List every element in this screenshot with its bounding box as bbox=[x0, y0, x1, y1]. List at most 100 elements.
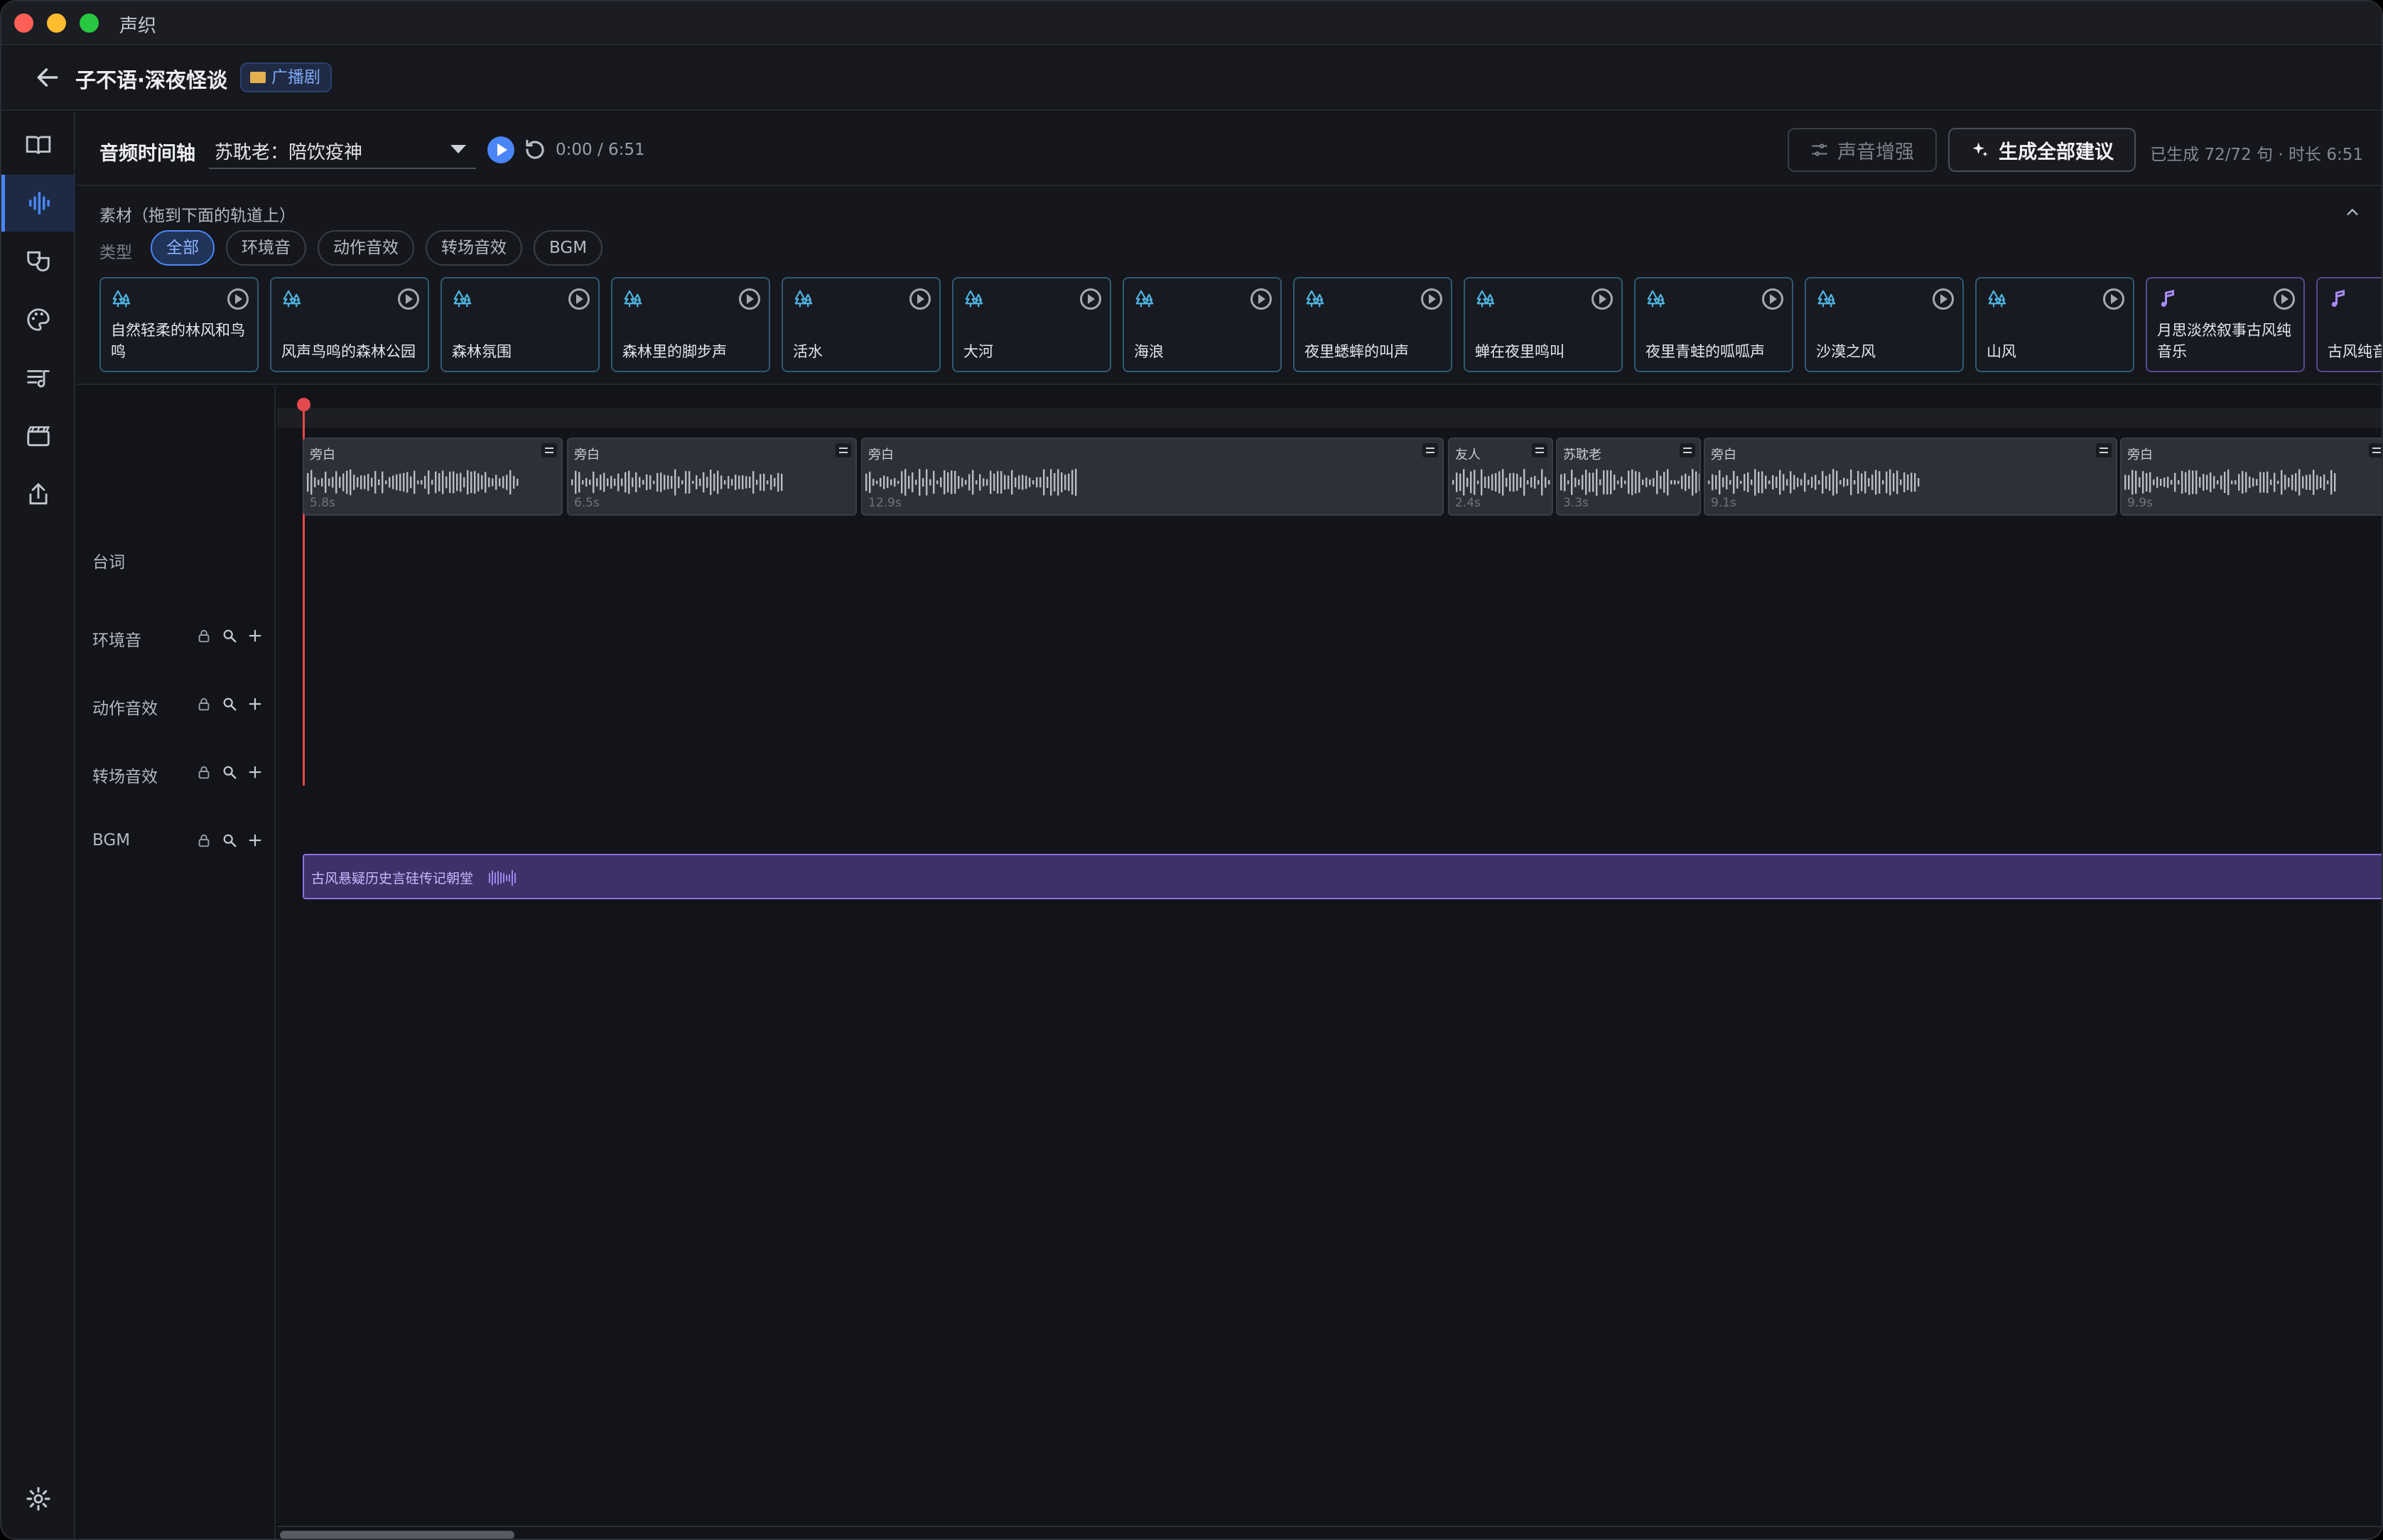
lock-icon[interactable] bbox=[196, 764, 212, 780]
preview-play-icon[interactable] bbox=[1592, 288, 1613, 310]
preview-play-icon[interactable] bbox=[1080, 288, 1101, 310]
clip-settings-icon[interactable] bbox=[2096, 443, 2112, 457]
asset-card[interactable]: 自然轻柔的林风和鸟鸣 bbox=[99, 277, 259, 372]
lock-icon[interactable] bbox=[196, 833, 212, 848]
zoom-window-button[interactable] bbox=[80, 13, 99, 33]
scene-select[interactable]: 苏耽老：陪饮疫神 bbox=[209, 129, 476, 169]
filter-chip-all[interactable]: 全部 bbox=[151, 230, 215, 266]
chevron-up-icon[interactable] bbox=[2345, 205, 2360, 220]
rail-item-export[interactable] bbox=[1, 466, 75, 523]
lock-icon[interactable] bbox=[196, 696, 212, 712]
scrollbar-thumb[interactable] bbox=[280, 1531, 514, 1539]
asset-card[interactable]: 森林里的脚步声 bbox=[611, 277, 770, 372]
project-type-badge: 广播剧 bbox=[240, 63, 332, 92]
preview-play-icon[interactable] bbox=[2274, 288, 2295, 310]
preview-play-icon[interactable] bbox=[739, 288, 760, 310]
generate-all-suggestions-button[interactable]: 生成全部建议 bbox=[1948, 128, 2136, 172]
asset-card-label: 夜里青蛙的呱呱声 bbox=[1646, 343, 1765, 360]
bgm-clip[interactable]: 古风悬疑历史言硅传记朝堂 bbox=[303, 854, 2382, 899]
lock-icon[interactable] bbox=[196, 628, 212, 644]
trees-icon bbox=[453, 290, 472, 308]
dialogue-clip[interactable]: 旁白 9.9s bbox=[2120, 438, 2382, 516]
trees-icon bbox=[1647, 290, 1665, 308]
asset-card[interactable]: 沙漠之风 bbox=[1805, 277, 1964, 372]
add-icon[interactable] bbox=[247, 696, 263, 712]
track-controls-action-sfx bbox=[196, 696, 263, 712]
bgm-clip-title: 古风悬疑历史言硅传记朝堂 bbox=[311, 871, 474, 886]
time-ruler[interactable] bbox=[277, 408, 2382, 428]
asset-card[interactable]: 古风纯音 bbox=[2316, 277, 2382, 372]
project-title: 子不语·深夜怪谈 bbox=[75, 68, 228, 92]
music-note-icon bbox=[2331, 289, 2345, 307]
rail-item-style[interactable] bbox=[1, 291, 75, 348]
rail-item-playlist[interactable] bbox=[1, 349, 75, 406]
rail-item-settings[interactable] bbox=[1, 1470, 75, 1527]
clip-duration: 12.9s bbox=[868, 496, 902, 510]
clip-settings-icon[interactable] bbox=[836, 443, 851, 457]
search-icon[interactable] bbox=[222, 696, 237, 712]
preview-play-icon[interactable] bbox=[1250, 288, 1272, 310]
rail-item-audio[interactable] bbox=[1, 175, 75, 232]
asset-card[interactable]: 夜里青蛙的呱呱声 bbox=[1634, 277, 1793, 372]
play-button[interactable] bbox=[487, 136, 514, 163]
asset-card[interactable]: 森林氛围 bbox=[441, 277, 600, 372]
minimize-window-button[interactable] bbox=[47, 13, 66, 33]
search-icon[interactable] bbox=[222, 833, 237, 848]
back-arrow-icon[interactable] bbox=[34, 64, 61, 91]
clip-duration: 2.4s bbox=[1455, 496, 1481, 510]
dialogue-clip[interactable]: 苏耽老 3.3s bbox=[1556, 438, 1701, 516]
preview-play-icon[interactable] bbox=[398, 288, 419, 310]
clip-speaker: 友人 bbox=[1455, 448, 1481, 462]
asset-card[interactable]: 风声鸟鸣的森林公园 bbox=[270, 277, 429, 372]
sound-enhance-button[interactable]: 声音增强 bbox=[1788, 128, 1937, 172]
dialogue-clip[interactable]: 旁白 6.5s bbox=[567, 438, 857, 516]
rail-item-script[interactable] bbox=[1, 116, 75, 173]
filter-chip-action-sfx[interactable]: 动作音效 bbox=[318, 230, 414, 266]
generate-all-suggestions-label: 生成全部建议 bbox=[1999, 141, 2114, 163]
search-icon[interactable] bbox=[222, 764, 237, 780]
asset-card-list: 自然轻柔的林风和鸟鸣 风声鸟鸣的森林公园 森林氛围 森林里的脚步声 活水 大河 海浪 夜里蟋蟀… bbox=[99, 277, 2382, 372]
filter-chip-transition-sfx[interactable]: 转场音效 bbox=[426, 230, 522, 266]
clip-settings-icon[interactable] bbox=[1532, 443, 1547, 457]
rail-item-video[interactable] bbox=[1, 408, 75, 465]
dialogue-clip[interactable]: 友人 2.4s bbox=[1448, 438, 1553, 516]
trees-icon bbox=[794, 290, 813, 308]
clip-duration: 5.8s bbox=[310, 496, 335, 510]
search-icon[interactable] bbox=[222, 628, 237, 644]
asset-card[interactable]: 夜里蟋蟀的叫声 bbox=[1293, 277, 1452, 372]
dialogue-clip[interactable]: 旁白 9.1s bbox=[1704, 438, 2117, 516]
preview-play-icon[interactable] bbox=[1421, 288, 1442, 310]
close-window-button[interactable] bbox=[14, 13, 33, 33]
clip-settings-icon[interactable] bbox=[2369, 443, 2382, 457]
preview-play-icon[interactable] bbox=[568, 288, 590, 310]
asset-card[interactable]: 山风 bbox=[1975, 277, 2134, 372]
add-icon[interactable] bbox=[247, 764, 263, 780]
timeline-header: 音频时间轴 苏耽老：陪饮疫神 0:00 / 6:51 声音增强 生成全部建议 已… bbox=[77, 112, 2382, 186]
timeline-canvas[interactable]: 古风悬疑历史言硅传记朝堂 旁白 5.8s 旁白 6.5s 旁白 12.9s 友人 2.4s 苏耽… bbox=[277, 386, 2382, 1539]
add-icon[interactable] bbox=[247, 628, 263, 644]
preview-play-icon[interactable] bbox=[909, 288, 931, 310]
replay-icon[interactable] bbox=[522, 136, 549, 163]
dialogue-clip[interactable]: 旁白 5.8s bbox=[303, 438, 563, 516]
preview-play-icon[interactable] bbox=[2103, 288, 2124, 310]
asset-card[interactable]: 大河 bbox=[952, 277, 1111, 372]
dialogue-clip[interactable]: 旁白 12.9s bbox=[861, 438, 1444, 516]
rail-item-cast[interactable] bbox=[1, 233, 75, 290]
asset-card[interactable]: 活水 bbox=[782, 277, 941, 372]
horizontal-scrollbar[interactable] bbox=[277, 1526, 2382, 1539]
asset-card[interactable]: 海浪 bbox=[1123, 277, 1282, 372]
asset-card-label: 森林里的脚步声 bbox=[622, 343, 727, 360]
filter-chip-bgm[interactable]: BGM bbox=[534, 230, 603, 266]
add-icon[interactable] bbox=[247, 833, 263, 848]
asset-card[interactable]: 月思淡然叙事古风纯音乐 bbox=[2146, 277, 2305, 372]
preview-play-icon[interactable] bbox=[1762, 288, 1783, 310]
palette-icon bbox=[27, 308, 50, 331]
clip-settings-icon[interactable] bbox=[1680, 443, 1695, 457]
preview-play-icon[interactable] bbox=[1933, 288, 1954, 310]
clip-settings-icon[interactable] bbox=[541, 443, 557, 457]
track-label-bgm: BGM bbox=[92, 831, 131, 850]
filter-chip-ambience[interactable]: 环境音 bbox=[226, 230, 306, 266]
preview-play-icon[interactable] bbox=[227, 288, 249, 310]
asset-card[interactable]: 蝉在夜里鸣叫 bbox=[1464, 277, 1623, 372]
clip-settings-icon[interactable] bbox=[1422, 443, 1438, 457]
